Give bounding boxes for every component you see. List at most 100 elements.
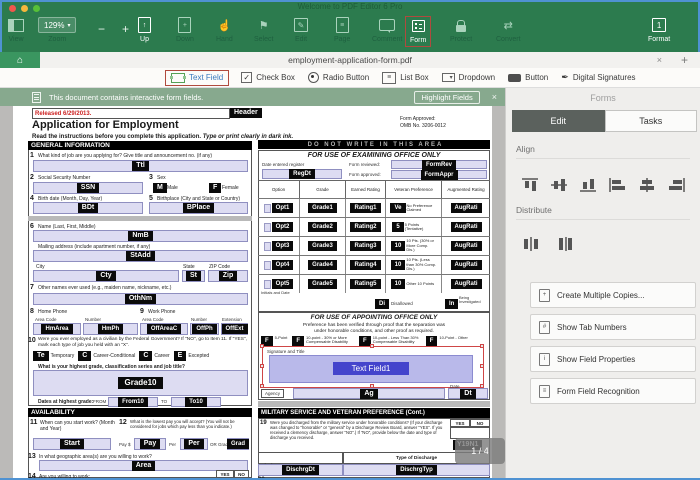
check-box-tool[interactable]: ✓ Check Box bbox=[241, 72, 295, 83]
grade-cell[interactable]: Grade4 bbox=[300, 256, 346, 274]
ssn-form-field[interactable]: SSN bbox=[33, 182, 143, 194]
q10-option[interactable]: C Career-Conditional bbox=[78, 351, 135, 361]
option-cell[interactable]: Opt4 bbox=[258, 256, 300, 274]
grade12-form-field[interactable]: Grad bbox=[227, 438, 249, 450]
form-tool[interactable]: Form bbox=[406, 17, 430, 46]
selection-handle[interactable] bbox=[370, 344, 374, 348]
from-form-field[interactable]: From10 bbox=[108, 397, 158, 407]
regdt-form-field[interactable]: RegDt bbox=[262, 169, 342, 179]
grade-cell[interactable]: Grade3 bbox=[300, 237, 346, 255]
tab-edit[interactable]: Edit bbox=[512, 110, 605, 132]
convert-tool[interactable]: ⇄ Convert bbox=[496, 17, 521, 43]
option-checkbox[interactable] bbox=[264, 261, 271, 270]
digital-signatures-tool[interactable]: ✒ Digital Signatures bbox=[561, 72, 635, 83]
rating-cell[interactable]: Rating2 bbox=[346, 218, 386, 236]
page-up-tool[interactable]: ↑ Up bbox=[138, 17, 151, 43]
city-form-field[interactable]: Cty bbox=[33, 270, 179, 282]
rating-cell[interactable]: Rating3 bbox=[346, 237, 386, 255]
selection-handle[interactable] bbox=[260, 364, 264, 368]
preference-cell[interactable]: 1010 Pts. (30% or More Comp. Dis.) bbox=[386, 237, 442, 255]
page-indicator[interactable]: 1 / 4 bbox=[455, 438, 505, 464]
discharge-date-form-field[interactable]: DischrgDt bbox=[258, 464, 343, 476]
format-tool[interactable]: 1 Format bbox=[648, 17, 670, 43]
preference-option[interactable]: F 10-point - Less Than 30% Compensable D… bbox=[359, 336, 421, 346]
to-form-field[interactable]: To10 bbox=[171, 397, 221, 407]
sex-female-field[interactable]: F bbox=[209, 183, 221, 193]
preference-cell[interactable]: 10Other 10 Points bbox=[386, 275, 442, 293]
preference-option[interactable]: F 10-Point - Other bbox=[426, 336, 468, 346]
create-multiple-copies-button[interactable]: + Create Multiple Copies... bbox=[530, 282, 696, 308]
zoom-dropdown[interactable]: 129% ▾ bbox=[38, 17, 76, 33]
sex-male-field[interactable]: M bbox=[153, 183, 167, 193]
align-bottom-icon[interactable] bbox=[578, 177, 598, 193]
selection-handle[interactable] bbox=[260, 344, 264, 348]
q10-option[interactable]: C Career bbox=[139, 351, 169, 361]
preference-cell[interactable]: 55 Points (Tentative) bbox=[386, 218, 442, 236]
align-top-icon[interactable] bbox=[520, 177, 540, 193]
augmented-cell[interactable]: AugRati bbox=[442, 275, 490, 293]
zoom-out-button[interactable]: − bbox=[98, 22, 105, 36]
view-tool[interactable]: View bbox=[8, 17, 24, 43]
start-form-field[interactable]: Start bbox=[33, 438, 111, 450]
office-ext-form-field[interactable]: OffExt bbox=[221, 323, 248, 335]
formrev-form-field[interactable]: FormRev bbox=[391, 160, 487, 169]
list-box-tool[interactable]: ≡ List Box bbox=[382, 72, 428, 84]
highlight-fields-button[interactable]: Highlight Fields bbox=[414, 91, 479, 104]
option-checkbox[interactable] bbox=[264, 204, 271, 213]
align-horizontal-center-icon[interactable] bbox=[637, 177, 657, 193]
state-form-field[interactable]: St bbox=[182, 270, 205, 282]
office-area-form-field[interactable]: OffAreaC bbox=[140, 323, 188, 335]
tab-tasks[interactable]: Tasks bbox=[605, 110, 698, 132]
option-checkbox[interactable] bbox=[264, 280, 271, 289]
grade-form-field[interactable]: Grade10 bbox=[33, 370, 248, 396]
option-cell[interactable]: Opt3 bbox=[258, 237, 300, 255]
close-tab-icon[interactable]: × bbox=[657, 52, 662, 68]
preference-cell[interactable]: 1010 Pts. (Less than 30% Comp. Dis.) bbox=[386, 256, 442, 274]
distribute-vertical-icon[interactable] bbox=[556, 236, 574, 252]
text-field-tool[interactable]: Text Field bbox=[166, 71, 228, 85]
disallowed-field[interactable]: Di bbox=[375, 299, 389, 309]
rating-cell[interactable]: Rating5 bbox=[346, 275, 386, 293]
dropdown-tool[interactable]: ▾ Dropdown bbox=[442, 73, 495, 82]
align-left-icon[interactable] bbox=[608, 177, 628, 193]
distribute-horizontal-icon[interactable] bbox=[522, 236, 540, 252]
q10-option[interactable]: Te Temporary bbox=[33, 351, 74, 361]
option-checkbox[interactable] bbox=[264, 242, 271, 251]
formappr-form-field[interactable]: FormAppr bbox=[391, 170, 487, 179]
grade-cell[interactable]: Grade1 bbox=[300, 199, 346, 217]
radio-button-tool[interactable]: Radio Button bbox=[308, 72, 369, 83]
date-form-field[interactable]: Dt bbox=[448, 388, 488, 399]
grade-cell[interactable]: Grade5 bbox=[300, 275, 346, 293]
show-tab-numbers-button[interactable]: # Show Tab Numbers bbox=[530, 314, 696, 340]
comment-tool[interactable]: Comment bbox=[372, 17, 402, 43]
show-field-properties-button[interactable]: i Show Field Properties bbox=[530, 346, 696, 372]
pay-form-field[interactable]: Pay bbox=[134, 438, 166, 450]
investigated-field[interactable]: In bbox=[445, 299, 458, 309]
option-checkbox[interactable] bbox=[264, 223, 271, 232]
header-form-field[interactable]: Header bbox=[230, 108, 262, 118]
preference-option[interactable]: F 5-Point bbox=[261, 336, 287, 346]
agency-form-field[interactable]: Ag bbox=[293, 388, 445, 399]
form-field-recognition-button[interactable]: ≡ Form Field Recognition bbox=[530, 378, 696, 404]
augmented-cell[interactable]: AugRati bbox=[442, 237, 490, 255]
document-tab-title[interactable]: employment-application-form.pdf bbox=[0, 52, 700, 68]
home-phone-form-field[interactable]: HmPh bbox=[83, 323, 138, 335]
preference-cell[interactable]: VeNo Preference Claimed bbox=[386, 199, 442, 217]
per-form-field[interactable]: Per bbox=[180, 438, 208, 450]
option-cell[interactable]: Opt2 bbox=[258, 218, 300, 236]
q1-form-field[interactable]: Ttl bbox=[33, 160, 248, 172]
augmented-cell[interactable]: AugRati bbox=[442, 199, 490, 217]
rating-cell[interactable]: Rating4 bbox=[346, 256, 386, 274]
q10-option[interactable]: E Excepted bbox=[174, 351, 210, 361]
button-tool[interactable]: Button bbox=[508, 73, 548, 82]
home-area-form-field[interactable]: HmArea bbox=[33, 323, 81, 335]
rating-cell[interactable]: Rating1 bbox=[346, 199, 386, 217]
selection-handle[interactable] bbox=[260, 384, 264, 388]
zip-form-field[interactable]: Zip bbox=[208, 270, 248, 282]
align-vertical-center-icon[interactable] bbox=[549, 177, 569, 193]
augmented-cell[interactable]: AugRati bbox=[442, 218, 490, 236]
edit-tool[interactable]: ✎ Edit bbox=[294, 17, 308, 43]
option-cell[interactable]: Opt1 bbox=[258, 199, 300, 217]
preference-option[interactable]: F 10-point - 30% or More Compensable Dis… bbox=[292, 336, 354, 346]
grade-cell[interactable]: Grade2 bbox=[300, 218, 346, 236]
